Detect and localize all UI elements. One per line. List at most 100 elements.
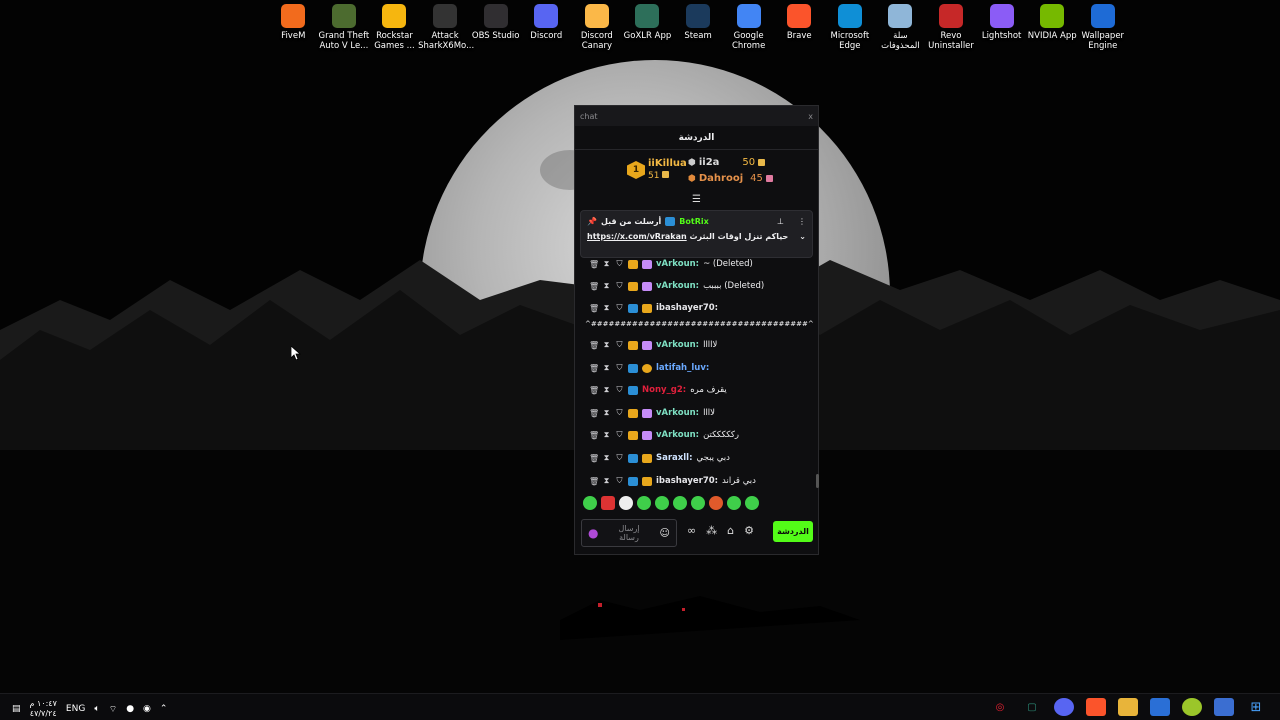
trash-icon[interactable]: 🗑︎ <box>589 431 599 440</box>
desktop-icon[interactable]: Grand Theft Auto V Le... <box>319 4 369 51</box>
discord-tray-icon[interactable]: ◉ <box>143 704 151 714</box>
message-username[interactable]: latifah_luv: <box>656 363 709 373</box>
desktop-icon[interactable]: Discord <box>521 4 572 51</box>
trash-icon[interactable]: 🗑︎ <box>589 304 599 313</box>
desktop-icon[interactable]: سلة المحذوفات <box>875 4 926 51</box>
chat-message[interactable]: ^#####################################^ <box>585 320 814 328</box>
timeout-icon[interactable]: ⧗ <box>602 476 611 486</box>
trash-icon[interactable]: 🗑︎ <box>589 454 599 463</box>
chat-message[interactable]: 🗑︎ ⧗ ⛉ latifah_luv: <box>589 363 713 373</box>
desktop-icon[interactable]: Brave <box>774 4 825 51</box>
language-indicator[interactable]: ENG <box>66 704 85 714</box>
ban-icon[interactable]: ⛉ <box>615 430 624 440</box>
chat-message[interactable]: 🗑︎ ⧗ ⛉ vArkoun: ركككككتن <box>589 430 739 440</box>
share-icon[interactable]: ⁂ <box>706 524 717 537</box>
discord-taskbar-icon[interactable] <box>1054 698 1074 716</box>
trash-icon[interactable]: 🗑︎ <box>589 477 599 486</box>
volume-icon[interactable]: 🔈︎ <box>94 704 99 714</box>
obs-taskbar-icon[interactable]: ◎ <box>990 698 1010 716</box>
chat-message[interactable]: 🗑︎ ⧗ ⛉ Nony_g2: يقرف مره <box>589 385 727 395</box>
timeout-icon[interactable]: ⧗ <box>602 303 611 313</box>
wifi-icon[interactable]: ⌔ <box>109 704 117 715</box>
microphone-tray-icon[interactable]: ● <box>126 704 134 714</box>
desktop-icon[interactable]: Steam <box>673 4 724 51</box>
emote-6-icon[interactable] <box>673 496 687 510</box>
chat-titlebar[interactable]: chat x <box>575 106 818 126</box>
emote-2-icon[interactable] <box>601 496 615 510</box>
message-username[interactable]: vArkoun: <box>656 408 699 418</box>
pinned-message[interactable]: 📌 أرسلت من قبل BotRix ⊥ ⋮ https://x.com/… <box>580 210 813 258</box>
close-icon[interactable]: x <box>808 112 813 121</box>
chat-message[interactable]: 🗑︎ ⧗ ⛉ vArkoun: ببببب (Deleted) <box>589 281 764 291</box>
unpin-icon[interactable]: ⊥ <box>777 217 784 226</box>
message-username[interactable]: vArkoun: <box>656 340 699 350</box>
desktop-icon[interactable]: NVIDIA App <box>1027 4 1078 51</box>
chevron-up-icon[interactable]: ⌃ <box>160 704 168 714</box>
desktop-icon[interactable]: OBS Studio <box>470 4 521 51</box>
desktop-icon[interactable]: Rockstar Games ... <box>369 4 420 51</box>
desktop-icon[interactable]: Revo Uninstaller <box>926 4 977 51</box>
ban-icon[interactable]: ⛉ <box>615 303 624 313</box>
timeout-icon[interactable]: ⧗ <box>602 408 611 418</box>
ban-icon[interactable]: ⛉ <box>615 363 624 373</box>
notifications-icon[interactable]: ▤ <box>12 704 21 714</box>
emote-10-icon[interactable] <box>745 496 759 510</box>
store-taskbar-icon[interactable] <box>1150 698 1170 716</box>
desktop-icon[interactable]: Wallpaper Engine <box>1078 4 1129 51</box>
message-username[interactable]: Nony_g2: <box>642 385 686 395</box>
timeout-icon[interactable]: ⧗ <box>602 340 611 350</box>
emote-9-icon[interactable] <box>727 496 741 510</box>
ban-icon[interactable]: ⛉ <box>615 476 624 486</box>
message-username[interactable]: vArkoun: <box>656 430 699 440</box>
emote-3-icon[interactable] <box>619 496 633 510</box>
more-options-icon[interactable]: ⋮ <box>798 217 806 226</box>
ban-icon[interactable]: ⛉ <box>615 340 624 350</box>
ban-icon[interactable]: ⛉ <box>615 453 624 463</box>
pinned-link[interactable]: https://x.com/vRrakan <box>587 232 687 241</box>
desktop-icon[interactable]: Google Chrome <box>723 4 774 51</box>
message-username[interactable]: vArkoun: <box>656 281 699 291</box>
emote-7-icon[interactable] <box>691 496 705 510</box>
chat-message[interactable]: 🗑︎ ⧗ ⛉ vArkoun: لااااا <box>589 340 717 350</box>
chat-message[interactable]: 🗑︎ ⧗ ⛉ Saraxll: دبي يبجي <box>589 453 730 463</box>
desktop-icon[interactable]: Lightshot <box>976 4 1027 51</box>
ban-icon[interactable]: ⛉ <box>615 385 624 395</box>
chat-message[interactable]: 🗑︎ ⧗ ⛉ vArkoun: ~ (Deleted) <box>589 259 753 269</box>
filter-icon[interactable]: ☰ <box>692 194 701 205</box>
message-username[interactable]: Saraxll: <box>656 453 693 463</box>
message-username[interactable]: ibashayer70: <box>656 476 718 486</box>
microphone-icon[interactable]: ● <box>588 526 598 540</box>
trash-icon[interactable]: 🗑︎ <box>589 364 599 373</box>
chat-message[interactable]: 🗑︎ ⧗ ⛉ ibashayer70: دبي قراند <box>589 476 756 486</box>
leader-second[interactable]: ⬢ ii2a 50 <box>688 157 766 168</box>
chevron-down-icon[interactable]: ⌄ <box>799 232 806 241</box>
chat-scrollbar[interactable] <box>816 474 819 488</box>
windows-start-icon[interactable]: ⊞ <box>1246 698 1266 716</box>
desktop-icon[interactable]: Attack SharkX6Mo... <box>418 4 474 51</box>
app2-taskbar-icon[interactable] <box>1214 698 1234 716</box>
chat-message[interactable]: 🗑︎ ⧗ ⛉ vArkoun: لاااا <box>589 408 715 418</box>
emoji-icon[interactable]: ☺ <box>660 528 670 539</box>
desktop-icon[interactable]: Microsoft Edge <box>825 4 876 51</box>
trash-icon[interactable]: 🗑︎ <box>589 386 599 395</box>
timeout-icon[interactable]: ⧗ <box>602 453 611 463</box>
infinity-icon[interactable]: ∞ <box>687 524 696 537</box>
chat-message[interactable]: 🗑︎ ⧗ ⛉ ibashayer70: <box>589 303 722 313</box>
app-taskbar-icon[interactable] <box>1182 698 1202 716</box>
goxlr-taskbar-icon[interactable]: ▢ <box>1022 698 1042 716</box>
timeout-icon[interactable]: ⧗ <box>602 259 611 269</box>
trash-icon[interactable]: 🗑︎ <box>589 341 599 350</box>
message-username[interactable]: vArkoun: <box>656 259 699 269</box>
emote-5-icon[interactable] <box>655 496 669 510</box>
clock[interactable]: ١٠:٤٧ م ٤٧/٧/٢٤ <box>30 699 57 719</box>
emote-4-icon[interactable] <box>637 496 651 510</box>
timeout-icon[interactable]: ⧗ <box>602 363 611 373</box>
leader-first[interactable]: 1 iiKillua 51 <box>627 158 687 182</box>
emote-8-icon[interactable] <box>709 496 723 510</box>
trash-icon[interactable]: 🗑︎ <box>589 260 599 269</box>
send-chat-button[interactable]: الدردشة <box>773 521 813 542</box>
brave-taskbar-icon[interactable] <box>1086 698 1106 716</box>
settings-gear-icon[interactable]: ⚙ <box>744 524 754 537</box>
trash-icon[interactable]: 🗑︎ <box>589 409 599 418</box>
ban-icon[interactable]: ⛉ <box>615 408 624 418</box>
